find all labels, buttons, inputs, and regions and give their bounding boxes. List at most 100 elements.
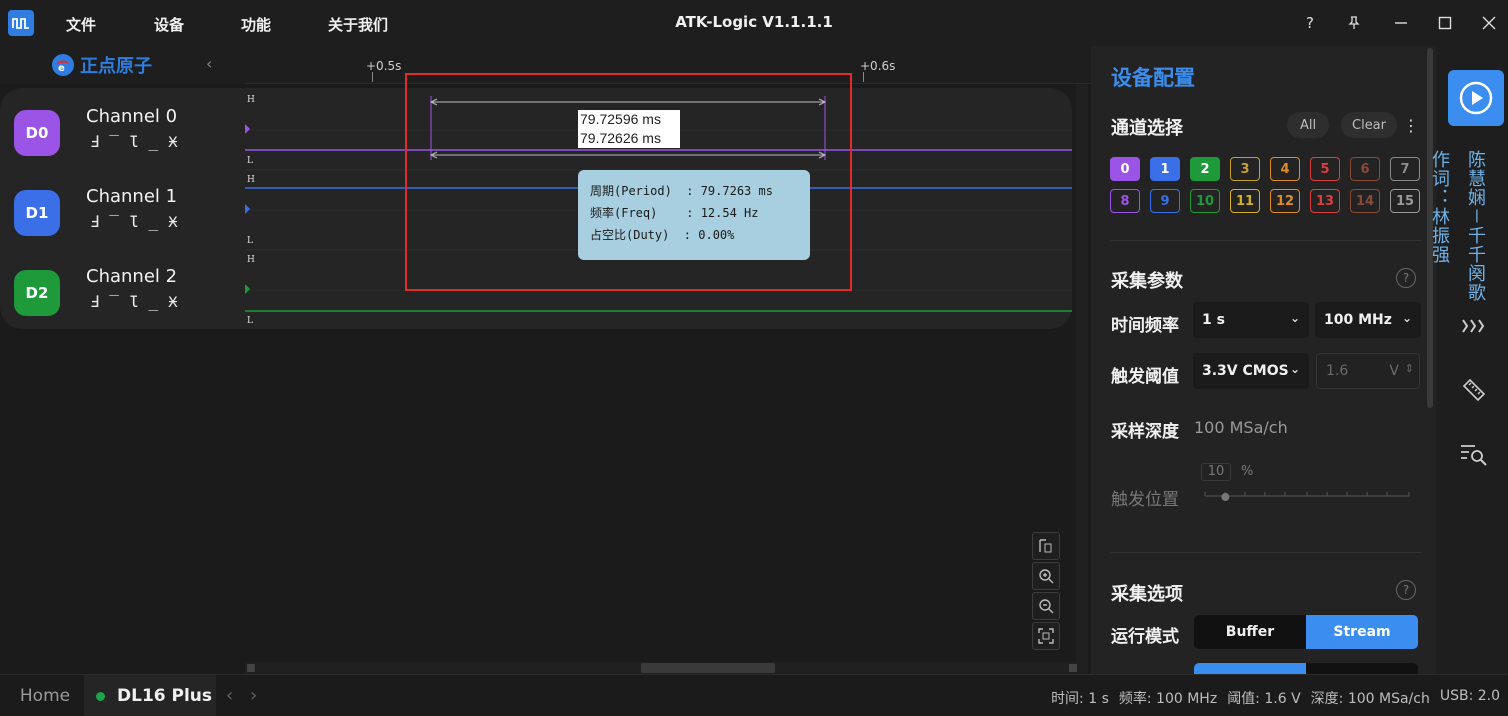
help-button[interactable]: ? <box>1297 10 1323 36</box>
decoder-icon[interactable] <box>1458 310 1490 342</box>
start-capture-button[interactable] <box>1448 70 1504 126</box>
falling-edge-icon[interactable]: Ɩ <box>129 132 139 152</box>
channel-name[interactable]: Channel 2 <box>86 266 177 287</box>
channel-toggle-0[interactable]: 0 <box>1110 157 1140 181</box>
panel-scrollbar[interactable] <box>1425 46 1435 674</box>
low-level-icon[interactable]: _ <box>148 292 158 312</box>
channel-toggle-12[interactable]: 12 <box>1270 189 1300 213</box>
scroll-right-arrow[interactable] <box>1069 664 1077 672</box>
zoom-out-icon[interactable] <box>1032 592 1060 620</box>
channel-toggle-1[interactable]: 1 <box>1150 157 1180 181</box>
any-edge-icon[interactable]: Ӿ <box>168 132 178 152</box>
channel-toggle-3[interactable]: 3 <box>1230 157 1260 181</box>
high-level-icon[interactable]: ‾ <box>109 292 119 312</box>
falling-edge-icon[interactable]: Ɩ <box>129 212 139 232</box>
menu-about[interactable]: 关于我们 <box>328 14 388 35</box>
frequency-select-value: 100 MHz <box>1324 312 1392 328</box>
tab-prev-icon[interactable]: ‹ <box>226 685 233 706</box>
low-level-icon[interactable]: _ <box>148 212 158 232</box>
tab-home[interactable]: Home <box>8 675 82 716</box>
channel-toggle-7[interactable]: 7 <box>1390 157 1420 181</box>
stream-mode-button[interactable]: Stream <box>1306 615 1418 649</box>
collapse-panel-icon[interactable]: ‹ <box>206 54 212 73</box>
channel-toggle-5[interactable]: 5 <box>1310 157 1340 181</box>
channel-toggle-4[interactable]: 4 <box>1270 157 1300 181</box>
scroll-thumb[interactable] <box>641 663 775 673</box>
threshold-label: 触发阈值 <box>1111 367 1179 387</box>
falling-edge-icon[interactable]: Ɩ <box>129 292 139 312</box>
collect-mode-option[interactable] <box>1306 663 1418 674</box>
panel-title: 设备配置 <box>1111 66 1195 90</box>
channel-badge[interactable]: D1 <box>14 190 60 236</box>
collect-mode-option[interactable] <box>1194 663 1306 674</box>
help-icon[interactable]: ? <box>1396 268 1416 288</box>
help-icon[interactable]: ? <box>1396 580 1416 600</box>
menu-device[interactable]: 设备 <box>154 14 184 35</box>
zoom-in-icon[interactable] <box>1032 562 1060 590</box>
status-time: 时间: 1 s <box>1051 691 1109 707</box>
jump-to-trigger-icon[interactable] <box>1032 532 1060 560</box>
ruler-measure-icon[interactable] <box>1458 374 1490 406</box>
channel-badge[interactable]: D2 <box>14 270 60 316</box>
acquisition-options-heading: 采集选项 <box>1111 584 1183 605</box>
channel-toggle-6[interactable]: 6 <box>1350 157 1380 181</box>
threshold-select[interactable]: 3.3V CMOS ⌄ <box>1193 353 1309 389</box>
frequency-select[interactable]: 100 MHz ⌄ <box>1315 302 1421 338</box>
channel-toggle-13[interactable]: 13 <box>1310 189 1340 213</box>
tab-device[interactable]: DL16 Plus <box>84 675 216 716</box>
tab-next-icon[interactable]: › <box>250 685 257 706</box>
panel-scroll-thumb[interactable] <box>1427 48 1433 408</box>
close-icon[interactable] <box>1476 10 1502 36</box>
trigger-position-input[interactable]: 10 <box>1201 463 1231 481</box>
rising-edge-icon[interactable]: Ⅎ <box>90 212 99 232</box>
high-level-icon[interactable]: ‾ <box>109 212 119 232</box>
trigger-position-slider[interactable] <box>1203 488 1413 504</box>
channel-row-0[interactable]: D0 Channel 0 Ⅎ ‾ Ɩ _ Ӿ <box>0 90 245 170</box>
trigger-options: Ⅎ ‾ Ɩ _ Ӿ <box>90 212 178 232</box>
any-edge-icon[interactable]: Ӿ <box>168 212 178 232</box>
time-select[interactable]: 1 s ⌄ <box>1193 302 1309 338</box>
divider <box>1111 552 1421 553</box>
channel-toggle-9[interactable]: 9 <box>1150 189 1180 213</box>
high-level-icon[interactable]: ‾ <box>109 132 119 152</box>
stepper-icon[interactable]: ⇕ <box>1405 362 1414 375</box>
measurement-line-2: 79.72626 ms <box>580 130 661 146</box>
vertical-scrollbar[interactable] <box>1076 84 1088 674</box>
search-list-icon[interactable] <box>1458 438 1490 470</box>
channel-badge[interactable]: D0 <box>14 110 60 156</box>
channel-name[interactable]: Channel 1 <box>86 186 177 207</box>
threshold-voltage-input[interactable]: 1.6 V ⇕ <box>1316 353 1420 389</box>
channel-toggle-15[interactable]: 15 <box>1390 189 1420 213</box>
channel-toggle-14[interactable]: 14 <box>1350 189 1380 213</box>
pin-icon[interactable] <box>1341 10 1367 36</box>
channel-toggle-11[interactable]: 11 <box>1230 189 1260 213</box>
rising-edge-icon[interactable]: Ⅎ <box>90 132 99 152</box>
channel-toggle-2[interactable]: 2 <box>1190 157 1220 181</box>
divider <box>1111 240 1421 241</box>
channel-name[interactable]: Channel 0 <box>86 106 177 127</box>
menu-function[interactable]: 功能 <box>241 14 271 35</box>
low-level-icon[interactable]: _ <box>148 132 158 152</box>
minimize-icon[interactable] <box>1388 10 1414 36</box>
brand-logo-icon: e <box>52 54 74 76</box>
any-edge-icon[interactable]: Ӿ <box>168 292 178 312</box>
fit-view-icon[interactable] <box>1032 622 1060 650</box>
trigger-position-unit: % <box>1241 464 1254 479</box>
maximize-icon[interactable] <box>1432 10 1458 36</box>
time-freq-label: 时间频率 <box>1111 316 1179 336</box>
rising-edge-icon[interactable]: Ⅎ <box>90 292 99 312</box>
more-options-icon[interactable]: ⋮ <box>1403 112 1419 138</box>
clear-button[interactable]: Clear <box>1341 112 1397 138</box>
channel-row-2[interactable]: D2 Channel 2 Ⅎ ‾ Ɩ _ Ӿ <box>0 250 245 329</box>
svg-text:e: e <box>58 63 65 74</box>
menu-file[interactable]: 文件 <box>66 14 96 35</box>
slider-thumb[interactable] <box>1221 493 1230 501</box>
buffer-mode-button[interactable]: Buffer <box>1194 615 1306 649</box>
channel-toggle-8[interactable]: 8 <box>1110 189 1140 213</box>
scroll-left-arrow[interactable] <box>247 664 255 672</box>
horizontal-scrollbar[interactable] <box>245 662 1079 674</box>
select-all-button[interactable]: All <box>1287 112 1329 138</box>
channel-row-1[interactable]: D1 Channel 1 Ⅎ ‾ Ɩ _ Ӿ <box>0 170 245 250</box>
duty-readout: 占空比(Duty) : 0.00% <box>590 228 735 242</box>
channel-toggle-10[interactable]: 10 <box>1190 189 1220 213</box>
